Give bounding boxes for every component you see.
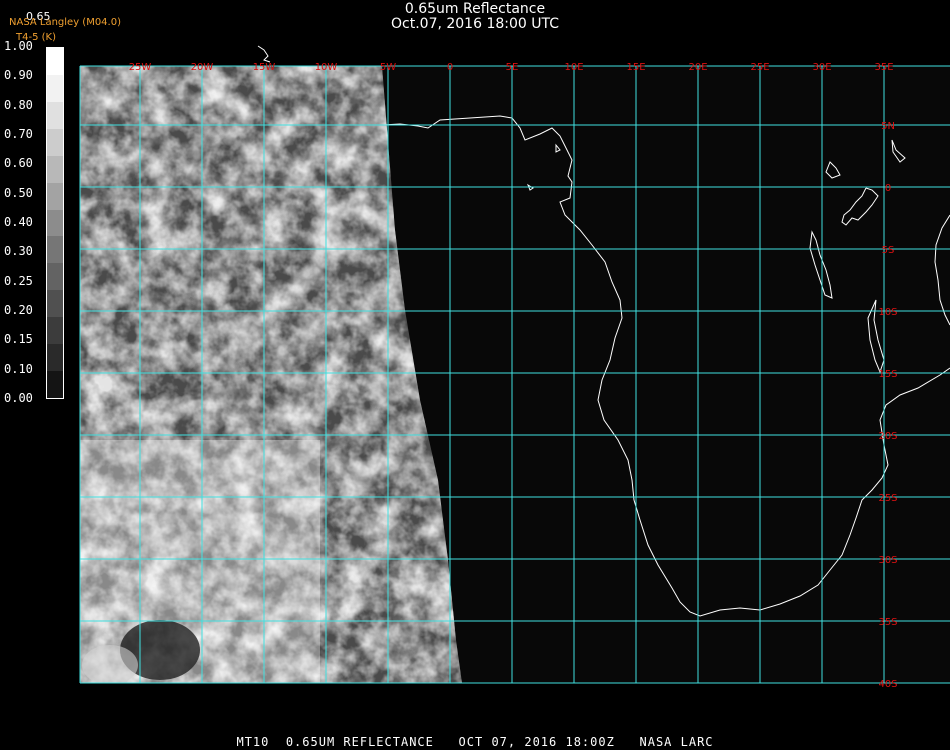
longitude-label: 15E <box>626 62 645 73</box>
longitude-label: 35E <box>874 62 893 73</box>
longitude-label: 0 <box>447 62 453 73</box>
scale-label: 0.40 <box>4 215 33 229</box>
scale-swatch <box>47 128 63 156</box>
scale-swatch <box>47 371 63 398</box>
longitude-label: 30E <box>812 62 831 73</box>
scale-swatch <box>47 290 63 318</box>
image-datetime: Oct.07, 2016 18:00 UTC <box>391 16 559 32</box>
latitude-label: 20S <box>878 431 897 442</box>
scale-label: 0.50 <box>4 185 33 200</box>
scale-label: 0.70 <box>4 127 33 141</box>
scale-label: 0.80 <box>4 97 33 112</box>
credit-text: NASA Langley (M04.0) <box>9 17 121 28</box>
title-block: 0.65um Reflectance Oct.07, 2016 18:00 UT… <box>0 2 950 32</box>
longitude-label: 10W <box>315 62 338 73</box>
scale-label: 0.10 <box>4 361 33 376</box>
footer-caption: MT10 0.65UM REFLECTANCE OCT 07, 2016 18:… <box>236 735 714 749</box>
scale-swatch <box>47 317 63 345</box>
longitude-label: 20E <box>688 62 707 73</box>
coastline <box>257 45 271 63</box>
color-scale-bar <box>46 47 64 399</box>
scale-swatch <box>47 48 63 75</box>
longitude-label: 25W <box>129 62 152 73</box>
scale-label: 0.60 <box>4 156 33 171</box>
satellite-map: 25W 20W 15W 10W 5W 0 5E 10E 15E 20E 25E 30E 35E 5N 0 5… <box>79 45 950 690</box>
latitude-label: 0 <box>885 183 891 194</box>
longitude-label: 20W <box>191 62 214 73</box>
latitude-label: 5N <box>881 121 895 132</box>
scale-label: 0.25 <box>4 273 33 288</box>
longitude-label: 25E <box>750 62 769 73</box>
scale-swatch <box>47 344 63 372</box>
latitude-label: 15S <box>878 369 897 380</box>
longitude-label: 5E <box>506 62 519 73</box>
scale-swatch <box>47 263 63 291</box>
scale-swatch <box>47 236 63 264</box>
longitude-label: 5W <box>380 62 396 73</box>
scale-swatch <box>47 155 63 183</box>
longitude-label: 15W <box>253 62 276 73</box>
latitude-label: 25S <box>878 493 897 504</box>
scale-label: 0.20 <box>4 303 33 317</box>
scale-label: 0.90 <box>4 68 33 83</box>
scale-swatch <box>47 182 63 210</box>
latitude-label: 10S <box>878 307 897 318</box>
scale-label: 0.30 <box>4 244 33 259</box>
scale-label: 0.00 <box>4 391 33 405</box>
longitude-label: 10E <box>564 62 583 73</box>
scale-swatch <box>47 101 63 129</box>
scale-swatch <box>47 74 63 102</box>
image-title: 0.65um Reflectance <box>404 1 546 17</box>
scale-label: 1.00 <box>4 39 33 53</box>
latitude-label: 5S <box>882 245 895 256</box>
latitude-label: 30S <box>878 555 897 566</box>
scale-swatch <box>47 209 63 237</box>
latitude-label: 35S <box>878 617 897 628</box>
latitude-label: 40S <box>878 679 897 690</box>
scale-label: 0.15 <box>4 332 33 347</box>
